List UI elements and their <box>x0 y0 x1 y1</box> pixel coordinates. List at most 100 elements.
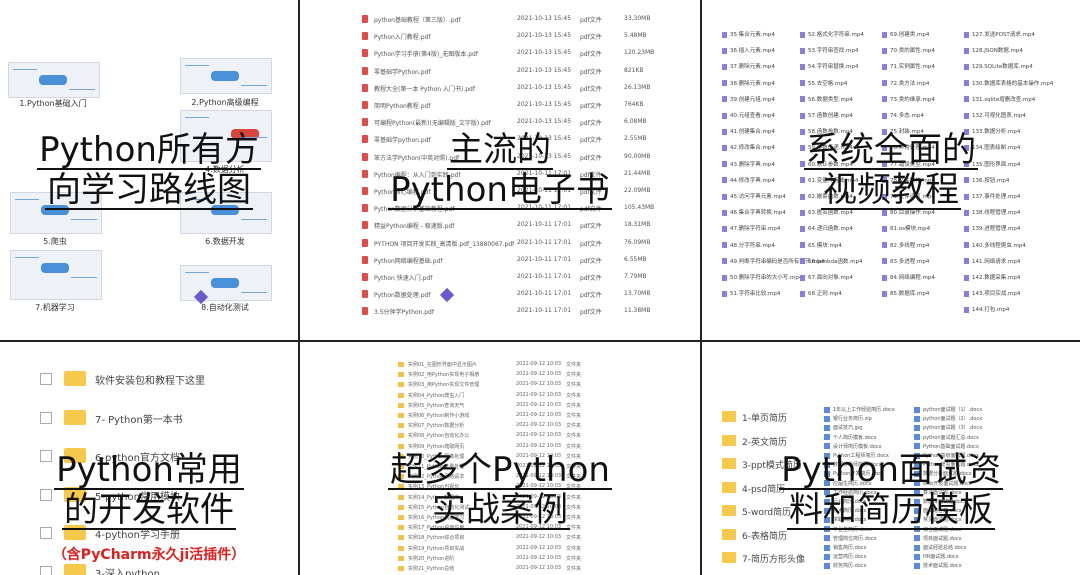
video-item[interactable]: 53.字符串查找.mp4 <box>800 46 858 56</box>
video-item[interactable]: 65.模块.mp4 <box>800 241 842 251</box>
case-row[interactable]: 实例03_用Python实现文件管理 2021-09-12 10:03 文件夹 <box>398 380 598 390</box>
case-type: 文件夹 <box>566 555 582 562</box>
ebook-row[interactable]: 可编程Python(最新)(无编辑版_文字版).pdf 2021-10-13 15… <box>362 117 662 129</box>
case-row[interactable]: 实例18_Python综合项目 2021-09-12 10:03 文件夹 <box>398 533 598 543</box>
ebook-row[interactable]: PYTHON 项目开发实践_高清版.pdf_13880067.pdf 2021-1… <box>362 238 662 250</box>
video-item[interactable]: 127.发送POST请求.mp4 <box>964 30 1035 40</box>
video-item[interactable]: 66.lambda函数.mp4 <box>800 257 862 267</box>
video-item[interactable]: 70.类的属性.mp4 <box>882 46 935 56</box>
video-icon <box>722 112 727 119</box>
folder-name: 6-表格简历 <box>742 531 787 542</box>
checkbox[interactable] <box>40 565 52 575</box>
ebook-row[interactable]: 教程大全(第一本 Python 入门书).pdf 2021-10-13 15:45… <box>362 83 662 95</box>
ebook-row[interactable]: 3.5分钟学Python.pdf 2021-10-11 17:01 pdf文件 11.… <box>362 306 662 318</box>
video-item[interactable]: 74.多态.mp4 <box>882 111 924 121</box>
video-item[interactable]: 47.删除字符串.mp4 <box>722 224 780 234</box>
case-row[interactable]: 实例04_Python爬虫入门 2021-09-12 10:03 文件夹 <box>398 391 598 401</box>
video-item[interactable]: 71.实例属性.mp4 <box>882 62 935 72</box>
checkbox[interactable] <box>40 411 52 424</box>
case-date: 2021-09-12 10:03 <box>516 381 562 388</box>
case-row[interactable]: 实例19_Python项目实战 2021-09-12 10:03 文件夹 <box>398 544 598 554</box>
video-item[interactable]: 40.元组查看.mp4 <box>722 111 775 121</box>
video-item[interactable]: 48.分字符串.mp4 <box>722 241 775 251</box>
resume-file[interactable]: 技术面试题.docx <box>914 562 962 572</box>
file-icon <box>914 424 920 431</box>
video-item[interactable]: 85.数据库.mp4 <box>882 289 929 299</box>
case-row[interactable]: 实例21_Python总结 2021-09-12 10:03 文件夹 <box>398 564 598 574</box>
file-icon <box>824 553 830 560</box>
video-item[interactable]: 128.JSON数据.mp4 <box>964 46 1023 56</box>
video-item[interactable]: 83.多进程.mp4 <box>882 257 929 267</box>
ebook-row[interactable]: Python学习手册(第4版)_无图版本.pdf 2021-10-13 15:45… <box>362 48 662 60</box>
video-item[interactable]: 130.数据库表格的基本操作.mp4 <box>964 79 1053 89</box>
ebook-row[interactable]: Python数据处理.pdf 2021-10-11 17:01 pdf文件 13.70… <box>362 289 662 301</box>
video-item[interactable]: 64.递归函数.mp4 <box>800 224 853 234</box>
case-row[interactable]: 实例05_Python查询天气 2021-09-12 10:03 文件夹 <box>398 401 598 411</box>
file-icon <box>824 535 830 542</box>
case-row[interactable]: 实例20_Python进阶 2021-09-12 10:03 文件夹 <box>398 554 598 564</box>
case-date: 2021-09-12 10:03 <box>516 422 562 429</box>
video-item[interactable]: 142.数据采集.mp4 <box>964 273 1020 283</box>
caption-videos: 系统全面的 视频教程 <box>702 130 1080 210</box>
video-item[interactable]: 54.字符串替换.mp4 <box>800 62 858 72</box>
video-item[interactable]: 72.类方法.mp4 <box>882 79 929 89</box>
video-name: 128.JSON数据.mp4 <box>972 48 1023 55</box>
video-item[interactable]: 68.正则.mp4 <box>800 289 842 299</box>
video-name: 73.类的继承.mp4 <box>890 96 935 103</box>
roadmap-label: 6.数据开发 <box>205 237 245 246</box>
case-row[interactable]: 实例06_Python制作小游戏 2021-09-12 10:03 文件夹 <box>398 411 598 421</box>
video-item[interactable]: 67.面向对象.mp4 <box>800 273 853 283</box>
video-item[interactable]: 81.os模块.mp4 <box>882 224 930 234</box>
video-item[interactable]: 39.创建元组.mp4 <box>722 95 775 105</box>
ebook-name: 可编程Python(最新)(无编辑版_文字版).pdf <box>374 120 491 128</box>
ebook-row[interactable]: 精益Python编程 - 极速版.pdf 2021-10-11 17:01 pdf文… <box>362 220 662 232</box>
video-item[interactable]: 140.多线程爬虫.mp4 <box>964 241 1026 251</box>
video-item[interactable]: 50.删除字符串的大小写.mp4 <box>722 273 802 283</box>
video-item[interactable]: 82.多线程.mp4 <box>882 241 929 251</box>
checkbox[interactable] <box>40 373 52 385</box>
file-icon <box>914 562 920 569</box>
video-item[interactable]: 51.字符串比较.mp4 <box>722 289 780 299</box>
video-item[interactable]: 132.可视化图表.mp4 <box>964 111 1026 121</box>
video-item[interactable]: 38.删除元素.mp4 <box>722 79 775 89</box>
video-name: 72.类方法.mp4 <box>890 80 930 87</box>
ebook-row[interactable]: Python入门教程.pdf 2021-10-13 15:45 pdf文件 5.48M… <box>362 31 662 43</box>
ebook-row[interactable]: 简明Python教程.pdf 2021-10-13 15:45 pdf文件 764KB <box>362 100 662 112</box>
video-name: 129.SQLite数据库.mp4 <box>972 64 1033 71</box>
ebook-row[interactable]: 零基础学Python.pdf 2021-10-13 15:45 pdf文件 821KB <box>362 66 662 78</box>
video-item[interactable]: 37.删除元素.mp4 <box>722 62 775 72</box>
video-item[interactable]: 56.数据类型.mp4 <box>800 95 853 105</box>
file-name: 个人简历模板.docx <box>833 434 877 441</box>
file-icon <box>824 443 830 450</box>
video-name: 71.实例属性.mp4 <box>890 64 935 71</box>
video-item[interactable]: 139.进程管理.mp4 <box>964 224 1020 234</box>
video-item[interactable]: 143.项目实战.mp4 <box>964 289 1020 299</box>
video-item[interactable]: 141.网络请求.mp4 <box>964 257 1020 267</box>
video-item[interactable]: 129.SQLite数据库.mp4 <box>964 62 1033 72</box>
case-row[interactable]: 实例02_用Python实现电子相册 2021-09-12 10:03 文件夹 <box>398 370 598 380</box>
case-name: 实例06_Python制作小游戏 <box>408 413 470 419</box>
case-row[interactable]: 实例07_Python数据分析 2021-09-12 10:03 文件夹 <box>398 421 598 431</box>
ebook-row[interactable]: Python网络编程基础.pdf 2021-10-11 17:01 pdf文件 6.5… <box>362 255 662 267</box>
video-item[interactable]: 84.网络编程.mp4 <box>882 273 935 283</box>
caption-line: Python电子书 <box>388 170 612 210</box>
video-item[interactable]: 55.去空格.mp4 <box>800 79 847 89</box>
ebook-date: 2021-10-11 17:01 <box>517 307 572 315</box>
video-item[interactable]: 57.函数创建.mp4 <box>800 111 853 121</box>
folder-name: 软件安装包和教程下这里 <box>95 376 205 387</box>
video-item[interactable]: 144.打包.mp4 <box>964 305 1009 315</box>
ebook-row[interactable]: Python 快速入门.pdf 2021-10-11 17:01 pdf文件 7.79… <box>362 272 662 284</box>
video-item[interactable]: 131.sqlite增删改查.mp4 <box>964 95 1035 105</box>
resume-file[interactable]: 财务简历.docx <box>824 562 867 572</box>
video-item[interactable]: 73.类的继承.mp4 <box>882 95 935 105</box>
video-item[interactable]: 36.插入元素.mp4 <box>722 46 775 56</box>
ebook-type: pdf文件 <box>580 240 602 248</box>
video-item[interactable]: 69.创建类.mp4 <box>882 30 929 40</box>
video-item[interactable]: 35.集合元素.mp4 <box>722 30 775 40</box>
case-row[interactable]: 实例08_Python自动化办公 2021-09-12 10:03 文件夹 <box>398 431 598 441</box>
video-item[interactable]: 52.格式化字符串.mp4 <box>800 30 864 40</box>
ebook-row[interactable]: python基础教程（第三版）.pdf 2021-10-13 15:45 pdf文件… <box>362 14 662 26</box>
case-row[interactable]: 实例01_在图形界面中显示图片 2021-09-12 10:03 文件夹 <box>398 360 598 370</box>
ebook-type: pdf文件 <box>580 120 602 128</box>
folder-icon <box>398 443 404 449</box>
